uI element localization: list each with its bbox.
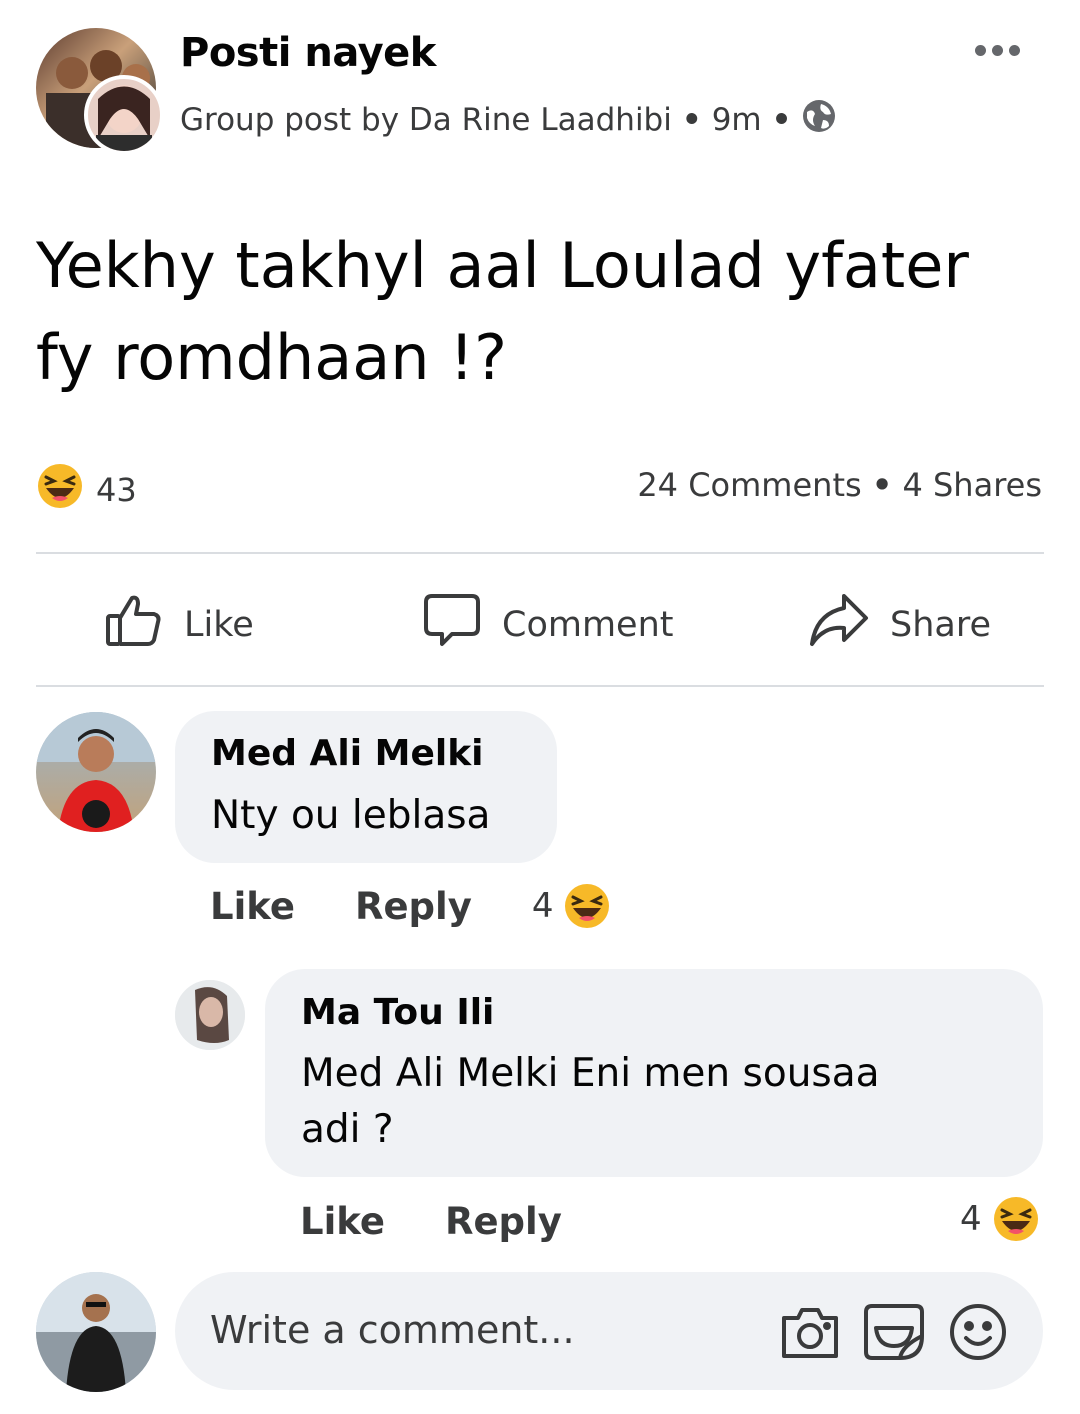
comment-label: Comment <box>502 604 674 645</box>
current-user-avatar[interactable] <box>36 1272 156 1392</box>
haha-emoji-icon <box>36 462 84 518</box>
camera-icon[interactable] <box>778 1302 842 1366</box>
shares-count[interactable]: 4 Shares <box>902 466 1042 504</box>
divider <box>36 685 1044 687</box>
reaction-count: 43 <box>96 471 137 509</box>
comment-bubble-icon <box>422 590 482 659</box>
reply-reaction-count: 4 <box>960 1199 982 1239</box>
share-button[interactable]: Share <box>808 590 991 659</box>
reply-commenter-name[interactable]: Ma Tou Ili <box>301 992 494 1033</box>
thumbs-up-icon <box>104 590 164 659</box>
reaction-summary[interactable]: 43 <box>36 462 137 518</box>
post-meta: Group post by Da Rine Laadhibi • 9m • <box>180 98 837 142</box>
gif-sticker-icon[interactable] <box>862 1302 926 1366</box>
comment-actions: Like Reply 4 <box>210 880 611 932</box>
smiley-icon[interactable] <box>948 1302 1008 1366</box>
reply-text-line1: Med Ali Melki Eni men sousaa <box>301 1051 880 1096</box>
comment-input-placeholder: Write a comment... <box>210 1308 575 1352</box>
separator-dot: • <box>871 466 893 504</box>
divider <box>36 552 1044 554</box>
reply-like-button[interactable]: Like <box>300 1200 385 1243</box>
comment-text: Nty ou leblasa <box>211 793 491 838</box>
post-time[interactable]: 9m <box>712 102 762 138</box>
comment-button[interactable]: Comment <box>422 590 673 659</box>
reply-reaction[interactable]: 4 <box>960 1193 1040 1245</box>
comment-reaction-count: 4 <box>531 886 554 926</box>
separator-dot: • <box>771 102 792 138</box>
like-label: Like <box>184 604 254 645</box>
commenter-name[interactable]: Med Ali Melki <box>211 733 483 774</box>
reply-actions: Like Reply <box>300 1195 562 1247</box>
share-label: Share <box>890 604 992 645</box>
reply-commenter-avatar[interactable] <box>175 980 245 1050</box>
post-author-line[interactable]: Group post by Da Rine Laadhibi <box>180 102 672 138</box>
more-options-icon[interactable] <box>975 38 1027 62</box>
post-body: Yekhy takhyl aal Loulad yfater fy romdha… <box>36 229 969 394</box>
like-button[interactable]: Like <box>104 590 254 659</box>
comment-like-button[interactable]: Like <box>210 885 295 928</box>
comment-reply-button[interactable]: Reply <box>355 885 472 928</box>
comments-count[interactable]: 24 Comments <box>637 466 861 504</box>
haha-emoji-icon[interactable] <box>563 882 611 930</box>
reply-text-line2: adi ? <box>301 1107 394 1152</box>
globe-icon <box>801 98 837 142</box>
engagement-counts: 24 Comments • 4 Shares <box>637 466 1042 504</box>
share-arrow-icon <box>808 590 870 659</box>
haha-emoji-icon <box>992 1195 1040 1243</box>
poster-avatar[interactable] <box>84 75 164 155</box>
reply-reply-button[interactable]: Reply <box>445 1200 562 1243</box>
separator-dot: • <box>681 102 702 138</box>
commenter-avatar[interactable] <box>36 712 156 832</box>
group-name[interactable]: Posti nayek <box>180 30 436 76</box>
